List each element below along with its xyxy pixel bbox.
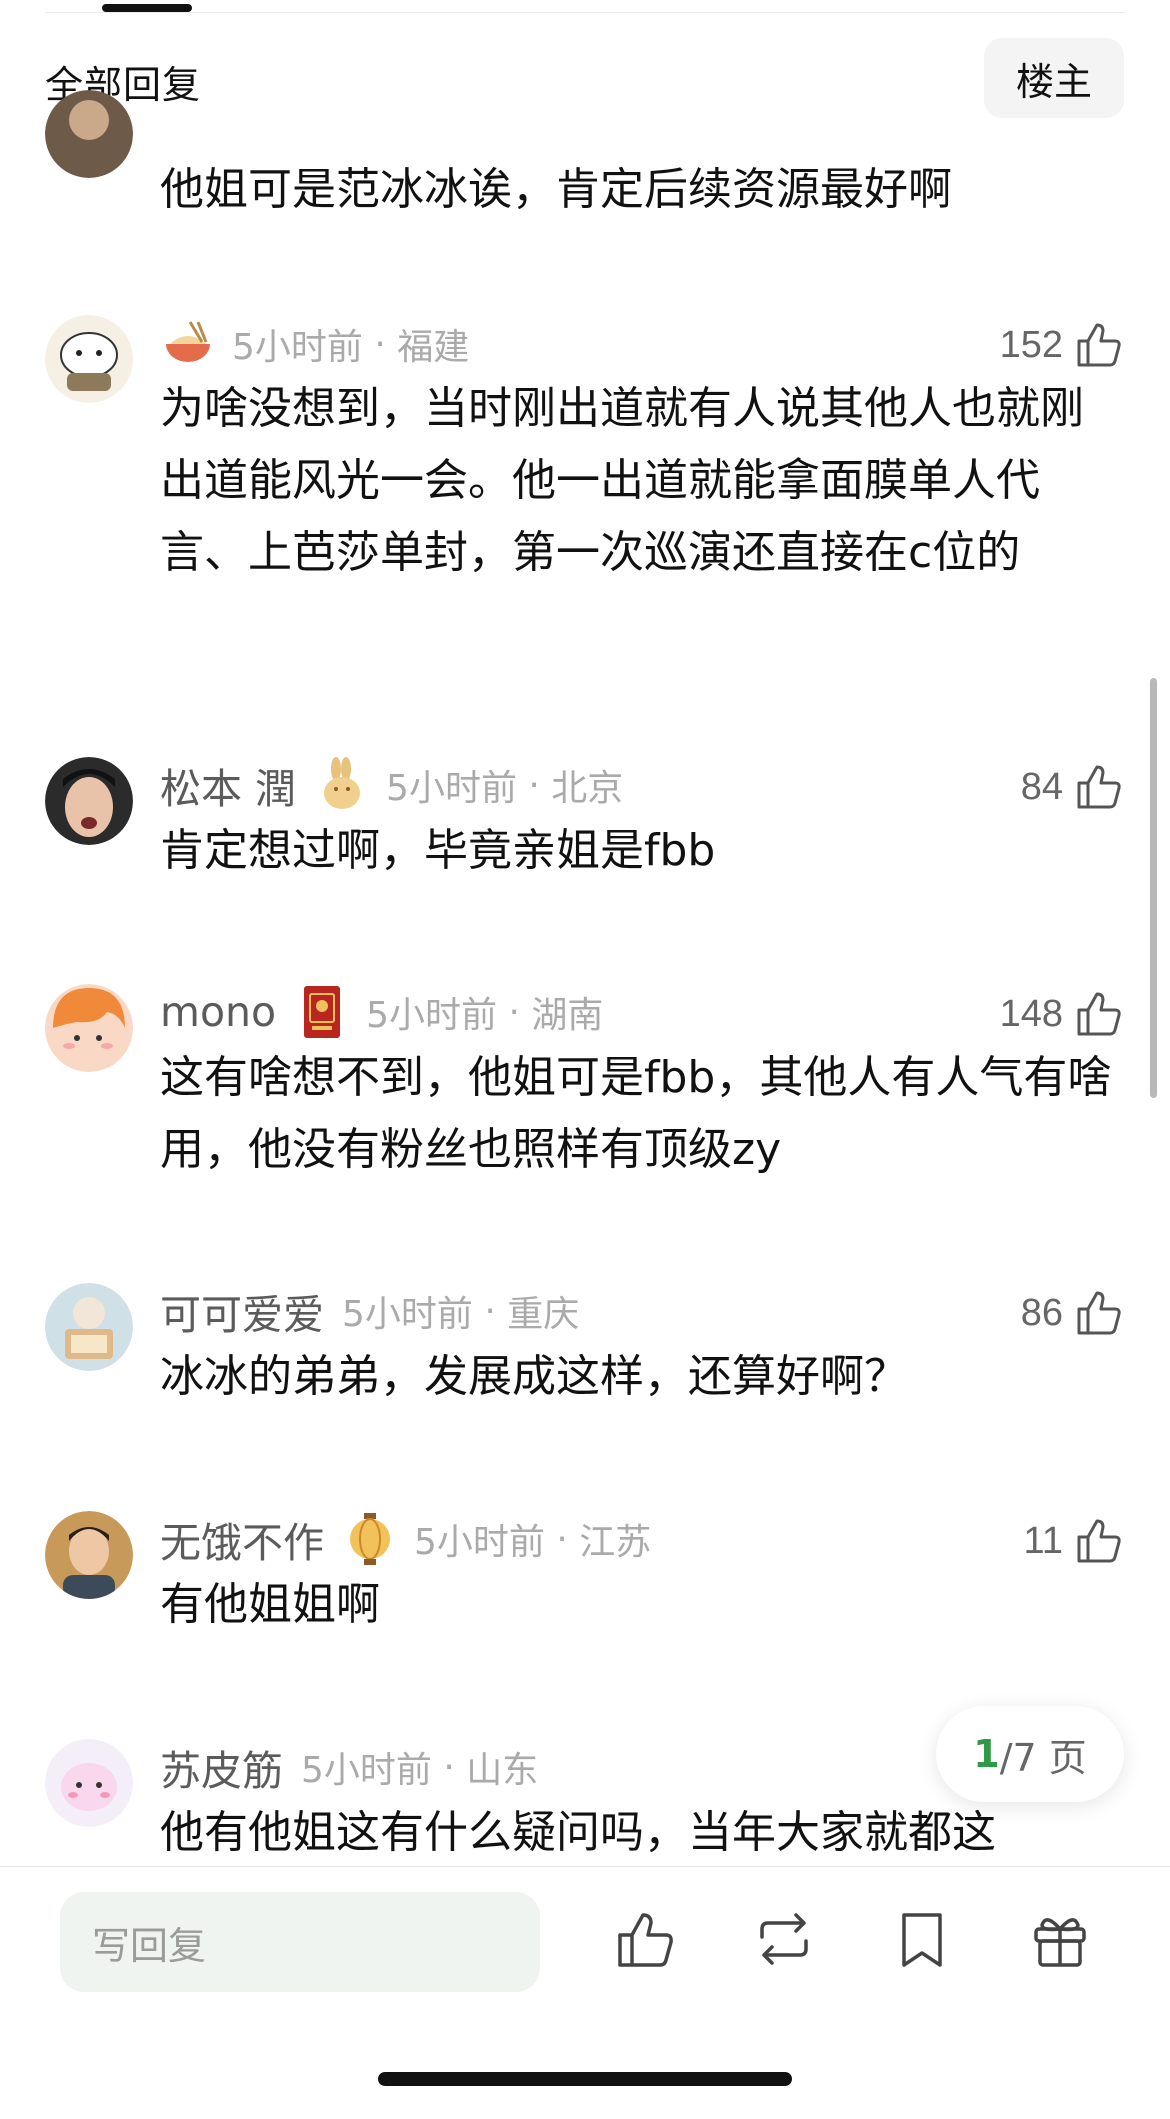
lantern-badge-icon [342, 1511, 398, 1567]
comment-meta: 苏皮筋 5小时前 · 山东 [160, 1737, 539, 1797]
comment-text: 肯定想过啊，毕竟亲姐是fbb [160, 825, 716, 876]
gift-icon[interactable] [1028, 1907, 1092, 1971]
comment-time: 5小时前 [342, 1294, 473, 1335]
separator-dot: · [472, 1290, 508, 1332]
repost-icon[interactable] [752, 1907, 816, 1971]
avatar[interactable] [45, 1511, 133, 1599]
comment-location: 湖南 [531, 995, 604, 1036]
separator-dot: · [497, 991, 532, 1033]
comment-text: 冰冰的弟弟，发展成这样，还算好啊？ [160, 1351, 908, 1402]
username[interactable]: 松本 潤 [160, 755, 296, 815]
avatar[interactable] [45, 757, 133, 845]
thumbs-up-icon [1077, 765, 1121, 809]
comment-text: 他姐可是范冰冰诶，肯定后续资源最好啊 [160, 164, 952, 215]
avatar[interactable] [45, 90, 133, 178]
comment-meta: 可可爱爱 5小时前 · 重庆 [160, 1281, 580, 1341]
comment-location: 重庆 [507, 1294, 580, 1335]
comment-time: 5小时前 [414, 1522, 545, 1563]
comment-page: 全部回复 楼主 他姐可是范冰冰诶，肯定后续资源最好啊 5小时前 · 福建 152… [0, 0, 1170, 2119]
like-button[interactable]: 11 [1024, 1511, 1125, 1571]
separator-dot: · [544, 1518, 580, 1560]
comment-text: 有他姐姐啊 [160, 1579, 380, 1630]
top-divider [45, 12, 1125, 13]
comment-location: 山东 [466, 1750, 539, 1791]
separator-dot: · [516, 764, 552, 806]
like-button[interactable]: 152 [1000, 315, 1125, 375]
separator-dot: · [431, 1746, 467, 1788]
comment-text: 为啥没想到，当时刚出道就有人说其他人也就刚出道能风光一会。他一出道就能拿面膜单人… [160, 383, 1084, 578]
comment-meta: 无饿不作 5小时前 · 江苏 [160, 1511, 651, 1567]
username[interactable]: 苏皮筋 [160, 1737, 283, 1797]
rabbit-badge-icon [314, 757, 370, 813]
comment-meta: 5小时前 · 福建 [160, 316, 469, 372]
bookmark-icon[interactable] [890, 1907, 954, 1971]
avatar[interactable] [45, 984, 133, 1072]
comment-time: 5小时前 [232, 327, 363, 368]
like-count: 84 [1020, 765, 1063, 808]
comment-text: 他有他姐这有什么疑问吗，当年大家就都这 [160, 1807, 996, 1858]
comment-time: 5小时前 [386, 768, 517, 809]
comment-time: 5小时前 [366, 995, 497, 1036]
like-button[interactable]: 148 [1000, 984, 1125, 1044]
owner-only-filter-button[interactable]: 楼主 [984, 38, 1124, 118]
thumbs-up-icon [1077, 992, 1121, 1036]
thumbs-up-icon [1077, 323, 1121, 367]
comment-text: 这有啥想不到，他姐可是fbb，其他人有人气有啥用，他没有粉丝也照样有顶级zy [160, 1052, 1112, 1175]
page-indicator[interactable]: 1 /7 页 [936, 1706, 1124, 1802]
avatar[interactable] [45, 1283, 133, 1371]
like-count: 148 [999, 992, 1063, 1035]
thumbs-up-icon [1077, 1291, 1121, 1335]
username[interactable]: 无饿不作 [160, 1509, 324, 1569]
username[interactable]: 可可爱爱 [160, 1281, 324, 1341]
home-indicator[interactable] [378, 2072, 792, 2086]
comment-location: 北京 [551, 768, 624, 809]
thumbs-up-icon[interactable] [614, 1907, 678, 1971]
comment-meta: 松本 潤 5小时前 · 北京 [160, 757, 623, 813]
reply-input[interactable]: 写回复 [60, 1892, 540, 1992]
red-book-badge-icon [294, 984, 350, 1040]
thumbs-up-icon [1077, 1519, 1121, 1563]
like-count: 152 [999, 323, 1063, 366]
total-pages: /7 页 [999, 1735, 1087, 1780]
separator-dot: · [362, 323, 398, 365]
username[interactable]: mono [160, 988, 276, 1036]
noodle-bowl-badge-icon [160, 316, 216, 372]
comment-meta: mono 5小时前 · 湖南 [160, 984, 603, 1040]
like-count: 86 [1020, 1291, 1063, 1334]
like-button[interactable]: 86 [1021, 1283, 1125, 1343]
avatar[interactable] [45, 315, 133, 403]
like-count: 11 [1023, 1519, 1063, 1562]
comment-item: 他姐可是范冰冰诶，肯定后续资源最好啊 [0, 90, 1170, 230]
tab-indicator [102, 4, 192, 12]
current-page: 1 [973, 1732, 1000, 1776]
comment-location: 福建 [397, 327, 470, 368]
comment-location: 江苏 [579, 1522, 652, 1563]
like-button[interactable]: 84 [1021, 757, 1125, 817]
avatar[interactable] [45, 1739, 133, 1827]
scrollbar[interactable] [1150, 678, 1157, 1098]
comment-time: 5小时前 [301, 1750, 432, 1791]
